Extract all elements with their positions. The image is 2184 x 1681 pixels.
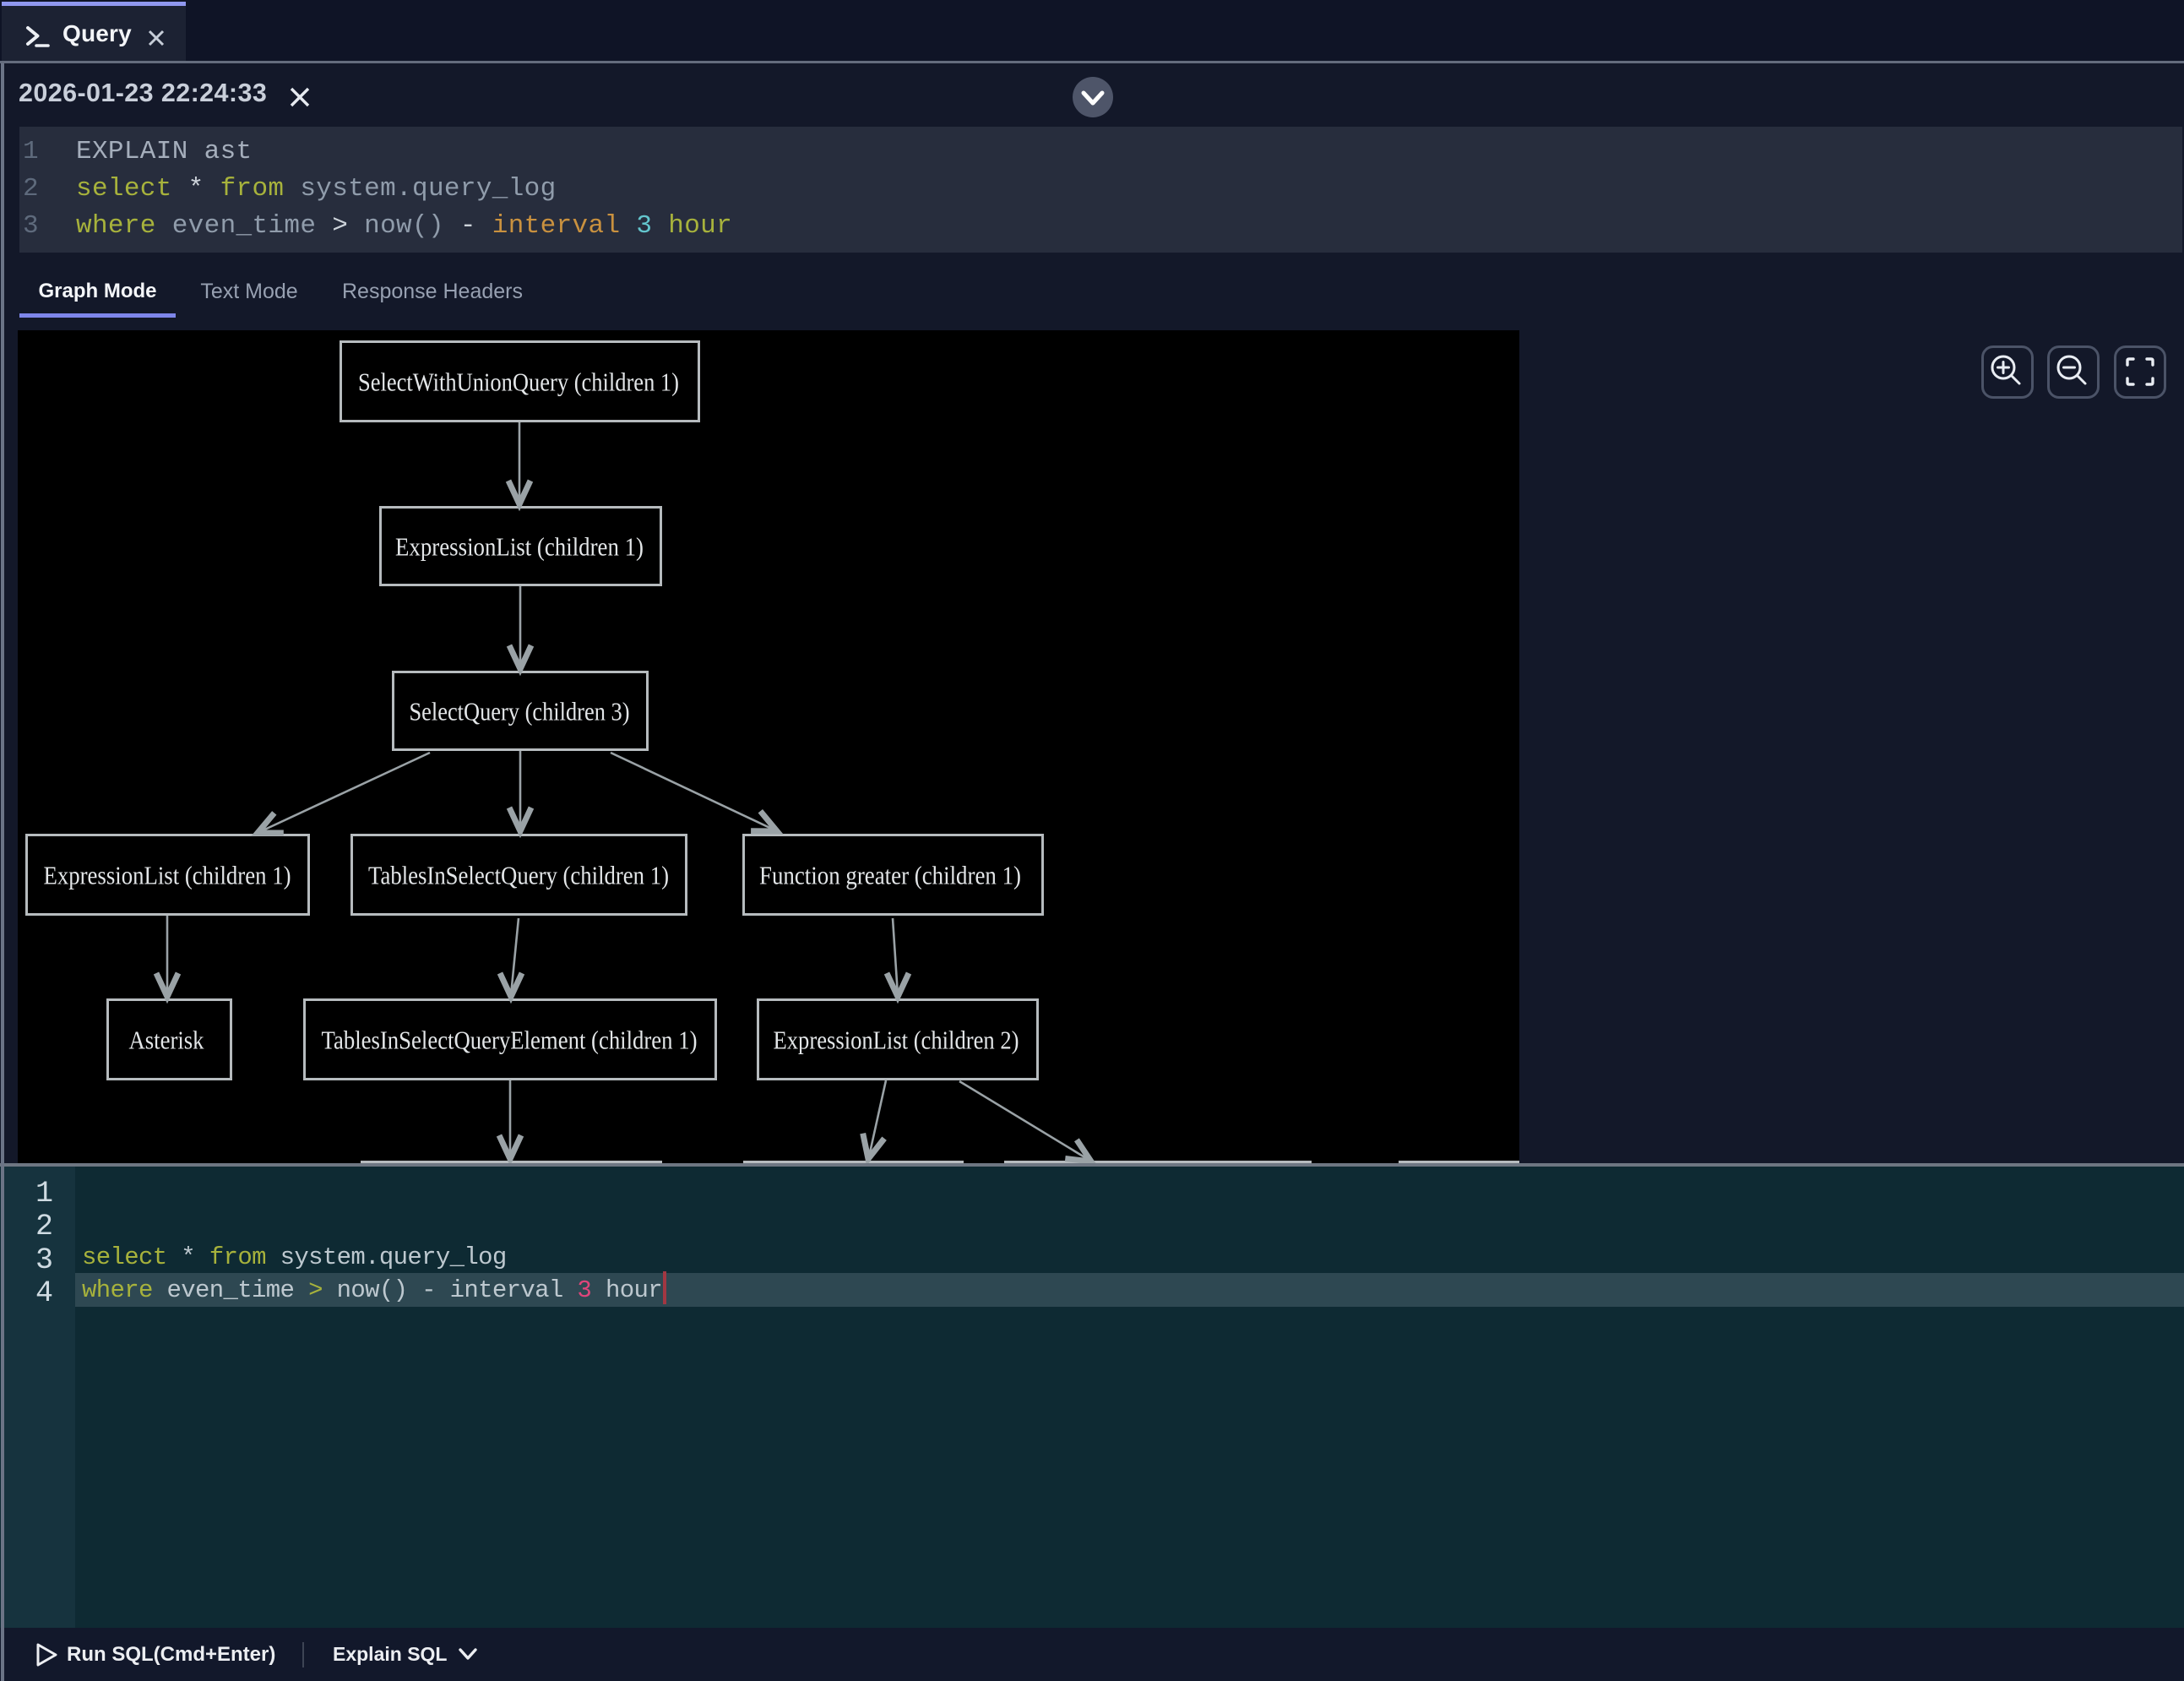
svg-text:TablesInSelectQueryElement (ch: TablesInSelectQueryElement (children 1) — [322, 1025, 698, 1055]
svg-text:SelectWithUnionQuery (children: SelectWithUnionQuery (children 1) — [358, 367, 679, 397]
svg-text:Function greater (children 1): Function greater (children 1) — [759, 861, 1021, 890]
svg-text:ExpressionList (children 2): ExpressionList (children 2) — [774, 1025, 1019, 1055]
svg-text:SelectQuery (children 3): SelectQuery (children 3) — [410, 697, 630, 726]
svg-text:ExpressionList (children 1): ExpressionList (children 1) — [44, 861, 291, 890]
svg-text:TablesInSelectQuery (children: TablesInSelectQuery (children 1) — [368, 861, 669, 890]
svg-text:ExpressionList (children 1): ExpressionList (children 1) — [395, 532, 644, 562]
svg-text:Asterisk: Asterisk — [129, 1025, 204, 1055]
